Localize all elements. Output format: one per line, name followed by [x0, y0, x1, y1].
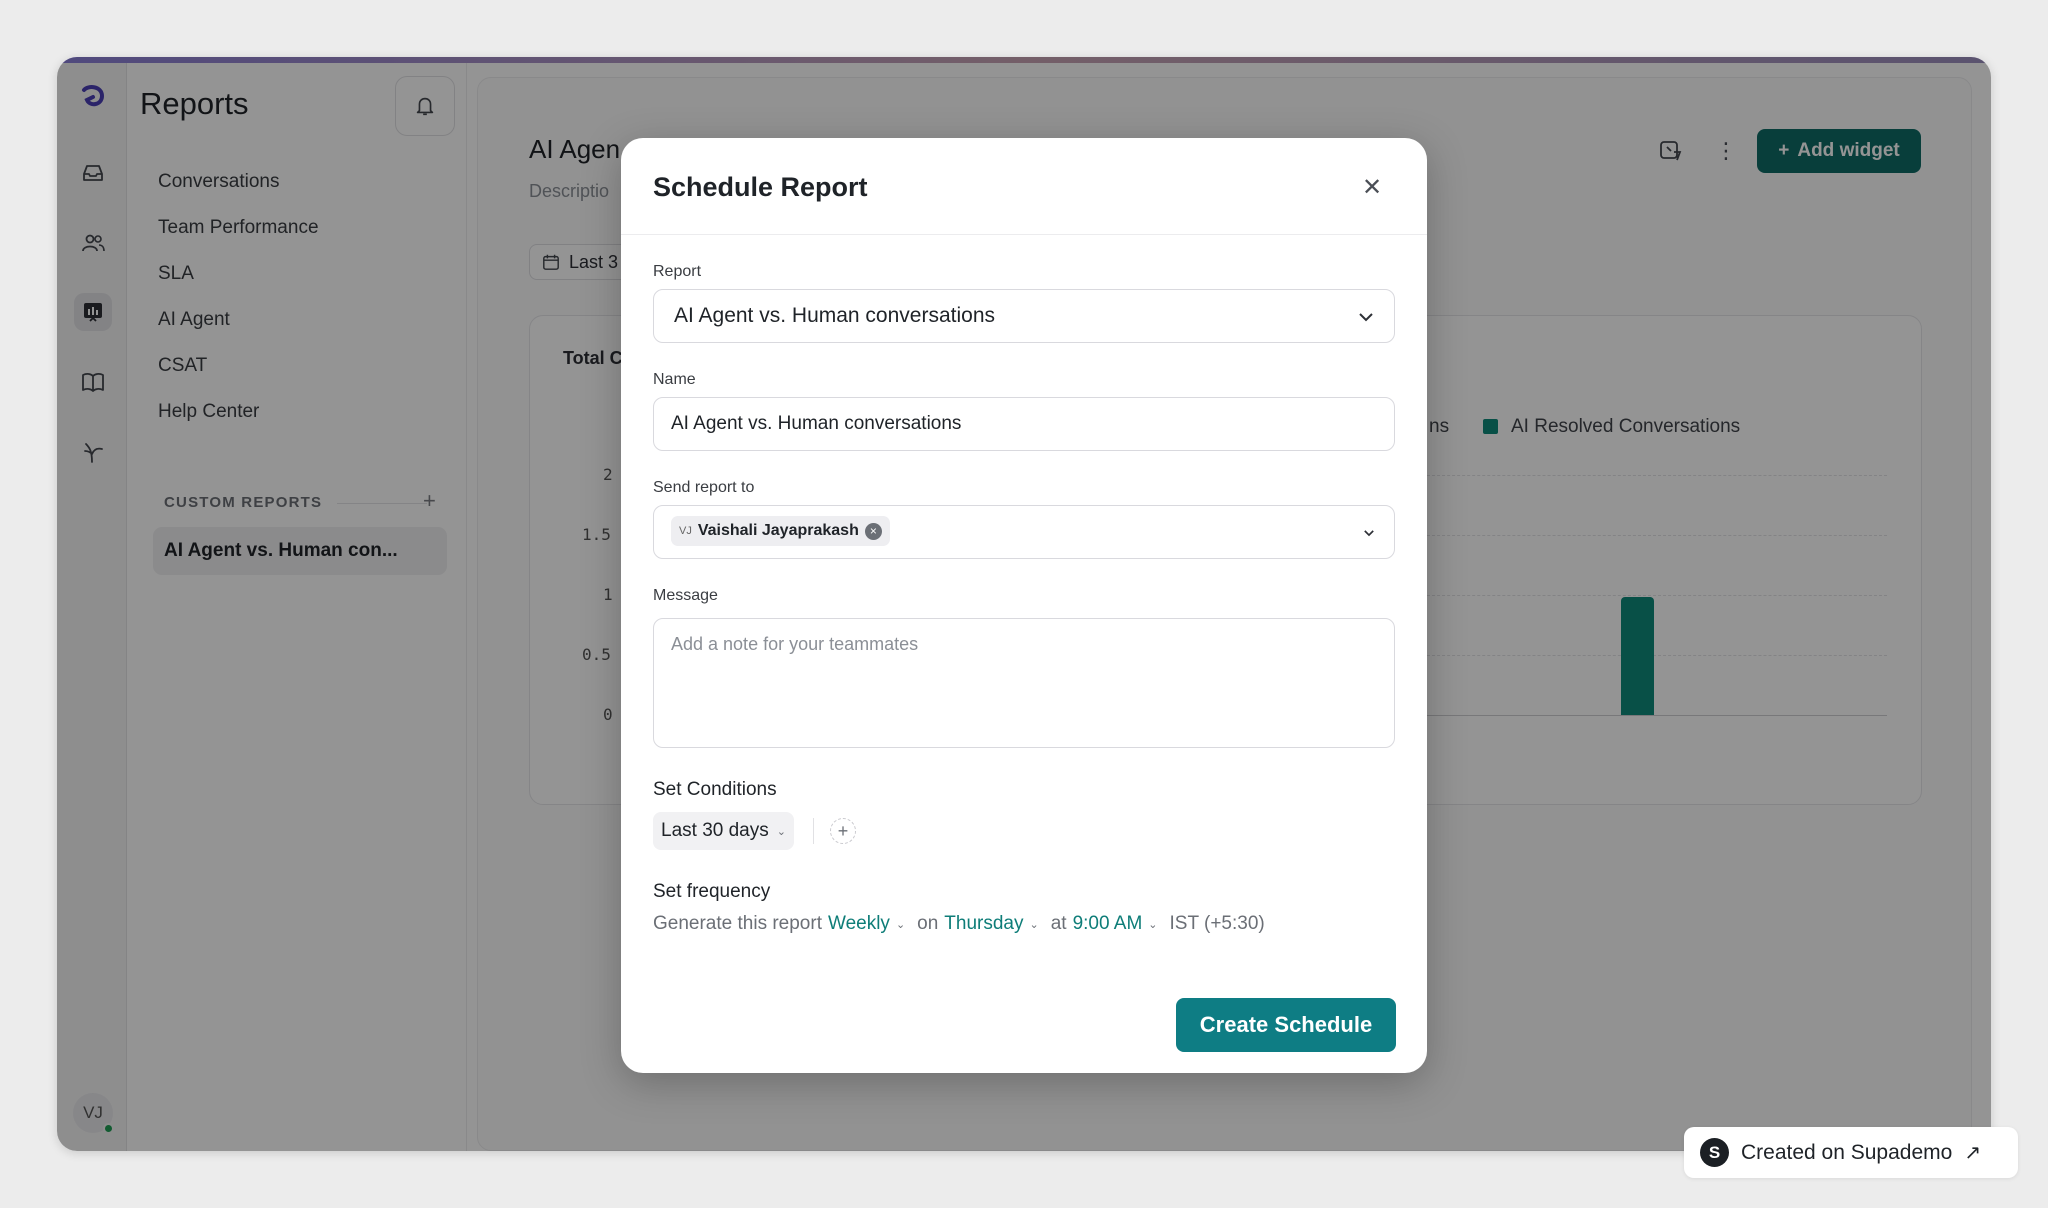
frequency-on-label: on	[917, 913, 939, 934]
frequency-sentence: Generate this report Weekly ⌄ on Thursda…	[653, 913, 1265, 935]
conditions-heading: Set Conditions	[653, 779, 777, 800]
create-schedule-button[interactable]: Create Schedule	[1176, 998, 1396, 1052]
chevron-down-icon: ⌄	[1029, 918, 1039, 931]
chevron-down-icon: ⌄	[776, 825, 786, 838]
send-to-label: Send report to	[653, 479, 755, 496]
chevron-down-icon: ⌄	[1148, 918, 1158, 931]
chevron-down-icon	[1364, 530, 1374, 537]
recipient-chip[interactable]: VJ Vaishali Jayaprakash ×	[671, 516, 890, 546]
modal-header-divider	[621, 234, 1427, 235]
chevron-down-icon	[1359, 313, 1373, 322]
supademo-badge[interactable]: S Created on Supademo ↗	[1684, 1127, 2018, 1178]
recipient-name: Vaishali Jayaprakash	[697, 522, 859, 539]
report-label: Report	[653, 263, 702, 280]
condition-value: Last 30 days	[661, 820, 769, 841]
modal-title: Schedule Report	[653, 172, 868, 202]
name-input-value: AI Agent vs. Human conversations	[671, 413, 962, 434]
frequency-at-label: at	[1050, 913, 1067, 934]
date-condition-dropdown[interactable]: Last 30 days ⌄	[653, 812, 794, 850]
external-link-icon: ↗	[1964, 1142, 1982, 1164]
schedule-report-modal: Schedule Report ✕ Report AI Agent vs. Hu…	[621, 138, 1427, 1073]
frequency-time-dropdown[interactable]: 9:00 AM	[1073, 913, 1143, 935]
supademo-badge-label: Created on Supademo	[1741, 1140, 1953, 1164]
message-placeholder: Add a note for your teammates	[671, 634, 919, 654]
message-label: Message	[653, 587, 718, 604]
add-condition-button[interactable]: +	[830, 818, 856, 844]
frequency-day-dropdown[interactable]: Thursday	[944, 913, 1023, 935]
frequency-heading: Set frequency	[653, 881, 771, 902]
report-select[interactable]: AI Agent vs. Human conversations	[653, 289, 1395, 343]
name-label: Name	[653, 371, 696, 388]
frequency-prefix: Generate this report	[653, 913, 822, 934]
frequency-timezone: IST (+5:30)	[1169, 913, 1265, 934]
name-input[interactable]: AI Agent vs. Human conversations	[653, 397, 1395, 451]
recipient-initials: VJ	[679, 525, 692, 537]
close-icon[interactable]: ✕	[1355, 170, 1389, 204]
remove-recipient-icon[interactable]: ×	[864, 522, 882, 540]
chevron-down-icon: ⌄	[895, 918, 906, 931]
conditions-separator	[813, 818, 814, 844]
recipients-select[interactable]: VJ Vaishali Jayaprakash ×	[653, 505, 1395, 559]
supademo-logo-icon: S	[1700, 1138, 1729, 1167]
message-textarea[interactable]: Add a note for your teammates	[653, 618, 1395, 748]
frequency-interval-dropdown[interactable]: Weekly	[828, 913, 890, 935]
report-select-value: AI Agent vs. Human conversations	[674, 304, 995, 327]
